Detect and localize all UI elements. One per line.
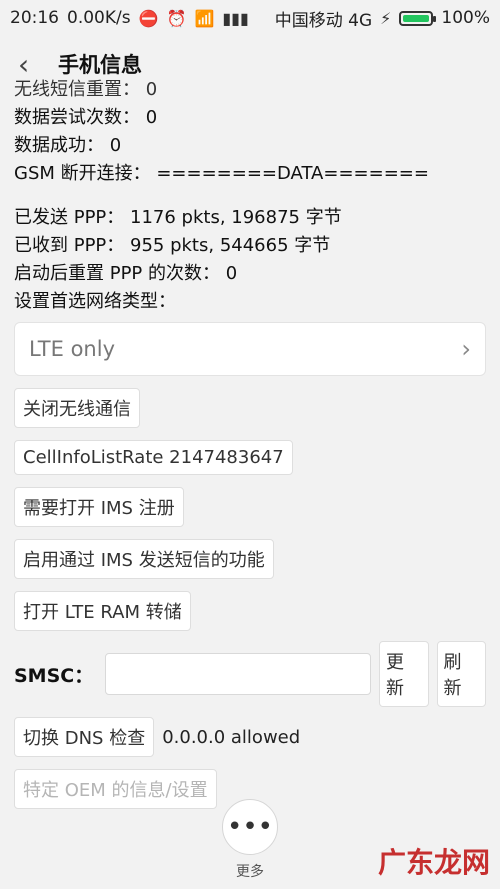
info-line: 已发送 PPP： 1176 pkts, 196875 字节 xyxy=(14,207,342,228)
alarm-icon: ⏰ xyxy=(166,8,187,28)
smsc-label: SMSC： xyxy=(14,664,94,687)
smsc-row: SMSC： 更新 刷新 xyxy=(14,641,486,707)
watermark: 广东龙网 xyxy=(377,846,490,879)
dns-row: 切换 DNS 检查 0.0.0.0 allowed xyxy=(14,717,486,757)
signal-icon: ▮▮▮ xyxy=(222,8,249,28)
refresh-button[interactable]: 刷新 xyxy=(436,641,486,707)
radio-off-button[interactable]: 关闭无线通信 xyxy=(14,388,140,428)
more-button[interactable]: ••• xyxy=(222,799,278,855)
cellinfo-rate-button[interactable]: CellInfoListRate 2147483647 xyxy=(14,440,293,475)
update-button[interactable]: 更新 xyxy=(379,641,429,707)
page-title: 手机信息 xyxy=(58,53,142,77)
info-line: 数据尝试次数： 0 xyxy=(14,107,158,128)
muted-icon: ⛔ xyxy=(138,8,159,28)
lte-ram-dump-button[interactable]: 打开 LTE RAM 转储 xyxy=(14,591,191,631)
smsc-input[interactable] xyxy=(104,653,372,695)
ims-sms-button[interactable]: 启用通过 IMS 发送短信的功能 xyxy=(14,539,274,579)
dns-status: 0.0.0.0 allowed xyxy=(162,726,301,748)
battery-percent: 100% xyxy=(441,8,490,28)
preferred-network-select[interactable]: LTE only › xyxy=(14,322,486,376)
network-speed: 0.00K/s xyxy=(67,8,131,28)
more-dots-icon: ••• xyxy=(226,812,273,842)
wifi-icon: 📶 xyxy=(194,8,215,28)
more-label: 更多 xyxy=(236,864,264,880)
ims-registration-button[interactable]: 需要打开 IMS 注册 xyxy=(14,487,184,527)
info-line: 启动后重置 PPP 的次数： 0 xyxy=(14,263,238,284)
charging-icon: ⚡ xyxy=(380,8,392,28)
dns-toggle-button[interactable]: 切换 DNS 检查 xyxy=(14,717,155,757)
carrier: 中国移动 4G xyxy=(274,10,373,31)
status-right: 中国移动 4G ⚡ 100% xyxy=(275,6,490,31)
info-line: 设置首选网络类型： xyxy=(14,291,176,312)
time: 20:16 xyxy=(10,8,59,28)
info-line: 已收到 PPP： 955 pkts, 544665 字节 xyxy=(14,235,331,256)
info-line: 数据成功： 0 xyxy=(14,135,122,156)
status-bar: 20:16 0.00K/s ⛔ ⏰ 📶 ▮▮▮ 中国移动 4G ⚡ 100% xyxy=(0,0,500,36)
info-line: 无线短信重置： 0 xyxy=(14,79,158,100)
battery-icon xyxy=(399,10,437,26)
network-select-value: LTE only xyxy=(29,337,115,361)
chevron-right-icon: › xyxy=(461,335,471,363)
info-content: 无线短信重置： 0 数据尝试次数： 0 数据成功： 0 GSM 断开连接： ==… xyxy=(14,76,486,809)
info-line: GSM 断开连接： ========DATA======= xyxy=(14,163,429,184)
status-left: 20:16 0.00K/s ⛔ ⏰ 📶 ▮▮▮ xyxy=(10,8,249,28)
